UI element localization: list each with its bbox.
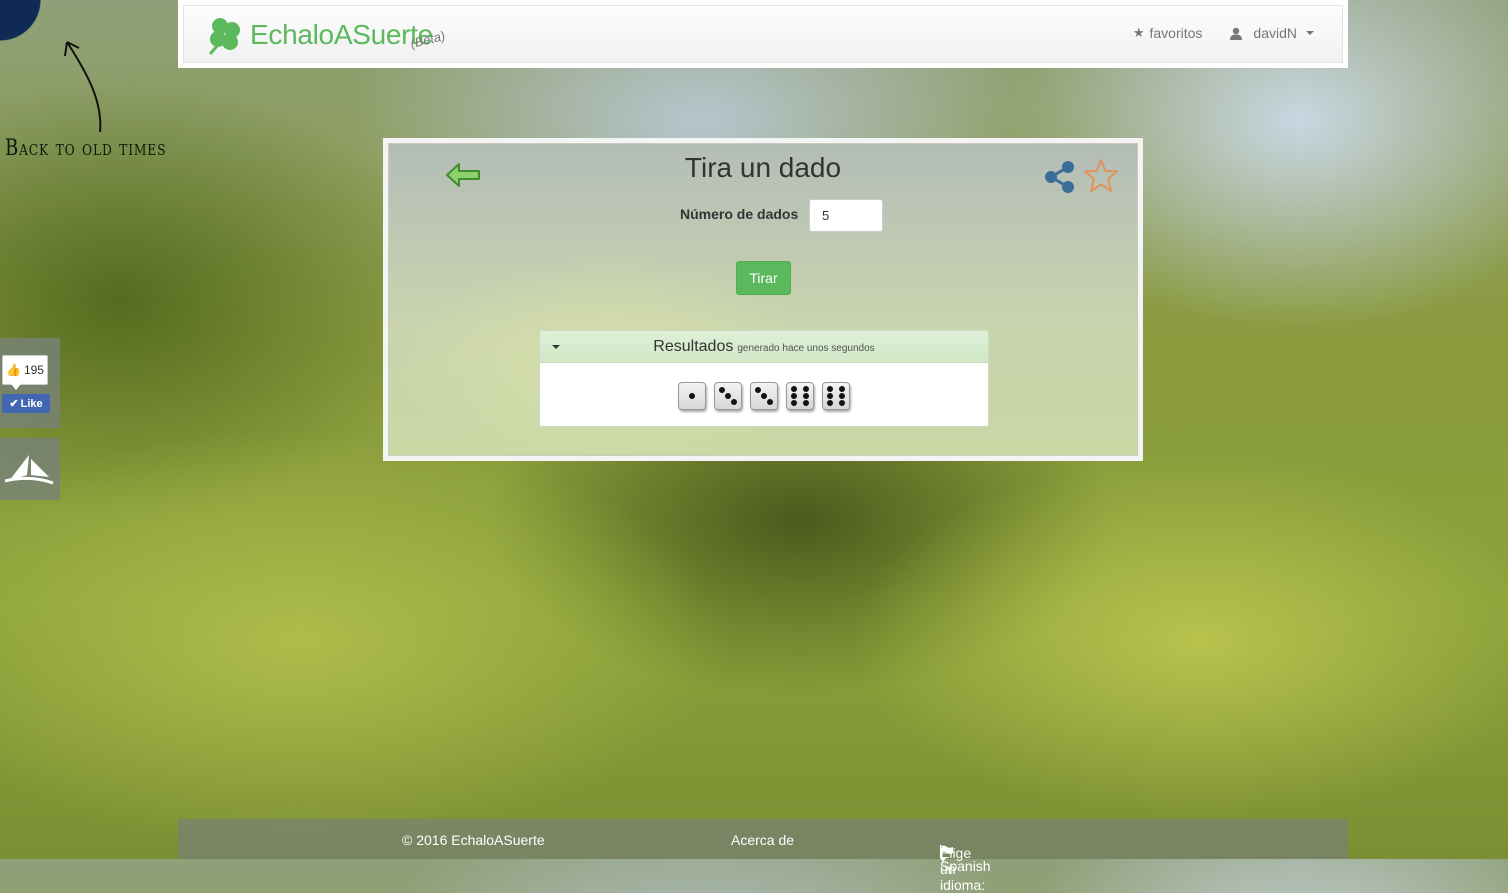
dice-row	[540, 382, 988, 410]
die-pip	[827, 393, 834, 399]
user-name: davidN	[1253, 25, 1297, 41]
die-pip	[827, 399, 834, 406]
brand-logo[interactable]: EchaloASuerte	[204, 14, 433, 56]
like-label: Like	[20, 397, 43, 410]
language-dropdown[interactable]: Spanish	[940, 845, 991, 874]
die-pip	[725, 393, 731, 399]
like-count: 195	[23, 363, 44, 377]
die-pip	[802, 386, 809, 393]
dice-count-label: Número de dados	[680, 206, 799, 222]
die-pip	[838, 393, 845, 399]
about-link[interactable]: Acerca de	[731, 832, 794, 848]
die-pip	[802, 393, 809, 399]
die-pip	[791, 399, 798, 406]
like-button[interactable]: ✔ Like	[2, 394, 50, 413]
roll-button[interactable]: Tirar	[736, 261, 791, 295]
page-title: Tira un dado	[684, 152, 842, 183]
die-5	[822, 382, 850, 410]
share-icon[interactable]	[1043, 160, 1077, 194]
user-menu[interactable]: davidN	[1230, 25, 1314, 41]
results-title: Resultados	[653, 337, 734, 355]
die-pip	[766, 398, 773, 405]
navbar: EchaloASuerte (Beta) ★ favoritos davidN	[178, 0, 1348, 68]
die-3	[750, 382, 778, 410]
die-pip	[791, 386, 798, 393]
results-panel: Resultados generado hace unos segundos	[539, 330, 989, 427]
copyright: © 2016 EchaloASuerte	[402, 832, 545, 848]
caret-down-icon	[552, 345, 560, 349]
dice-count-input[interactable]	[809, 199, 883, 232]
die-2	[714, 382, 742, 410]
chevron-down-icon	[1306, 31, 1314, 35]
die-pip	[730, 398, 737, 405]
footer: © 2016 EchaloASuerte Acerca de Elige un …	[178, 819, 1348, 893]
die-pip	[791, 393, 798, 399]
die-pip	[827, 386, 834, 393]
die-pip	[838, 386, 845, 393]
favorites-link[interactable]: ★ favoritos	[1133, 25, 1203, 41]
die-pip	[802, 399, 809, 406]
brand-name: EchaloASuerte	[250, 19, 433, 50]
like-count-bubble: 👍 195	[2, 355, 48, 390]
favorites-label: favoritos	[1149, 25, 1203, 41]
die-pip	[689, 393, 695, 399]
die-pip	[719, 387, 726, 394]
die-pip	[838, 399, 845, 406]
clover-icon	[208, 18, 240, 56]
check-icon: ✔	[9, 398, 19, 410]
die-1	[678, 382, 706, 410]
results-header[interactable]: Resultados generado hace unos segundos	[540, 331, 988, 363]
back-to-old-times-link[interactable]: Back to old times	[5, 136, 166, 161]
flag-icon	[940, 845, 953, 858]
facebook-widget: 👍 195 ✔ Like	[0, 338, 60, 428]
star-icon: ★	[1132, 25, 1145, 40]
results-subtitle: generado hace unos segundos	[737, 343, 875, 354]
language-value: Spanish	[940, 858, 991, 874]
die-pip	[761, 393, 767, 399]
curved-arrow-icon	[64, 41, 102, 133]
die-pip	[755, 387, 762, 394]
thumbs-up-icon: 👍	[6, 363, 21, 377]
user-icon	[1230, 27, 1243, 40]
sailboat-icon	[5, 455, 54, 485]
favorite-star-icon[interactable]	[1083, 158, 1119, 194]
die-4	[786, 382, 814, 410]
tool-panel: Tira un dado Número de dados Tirar Resul…	[383, 138, 1143, 461]
ship-widget[interactable]	[0, 438, 60, 500]
